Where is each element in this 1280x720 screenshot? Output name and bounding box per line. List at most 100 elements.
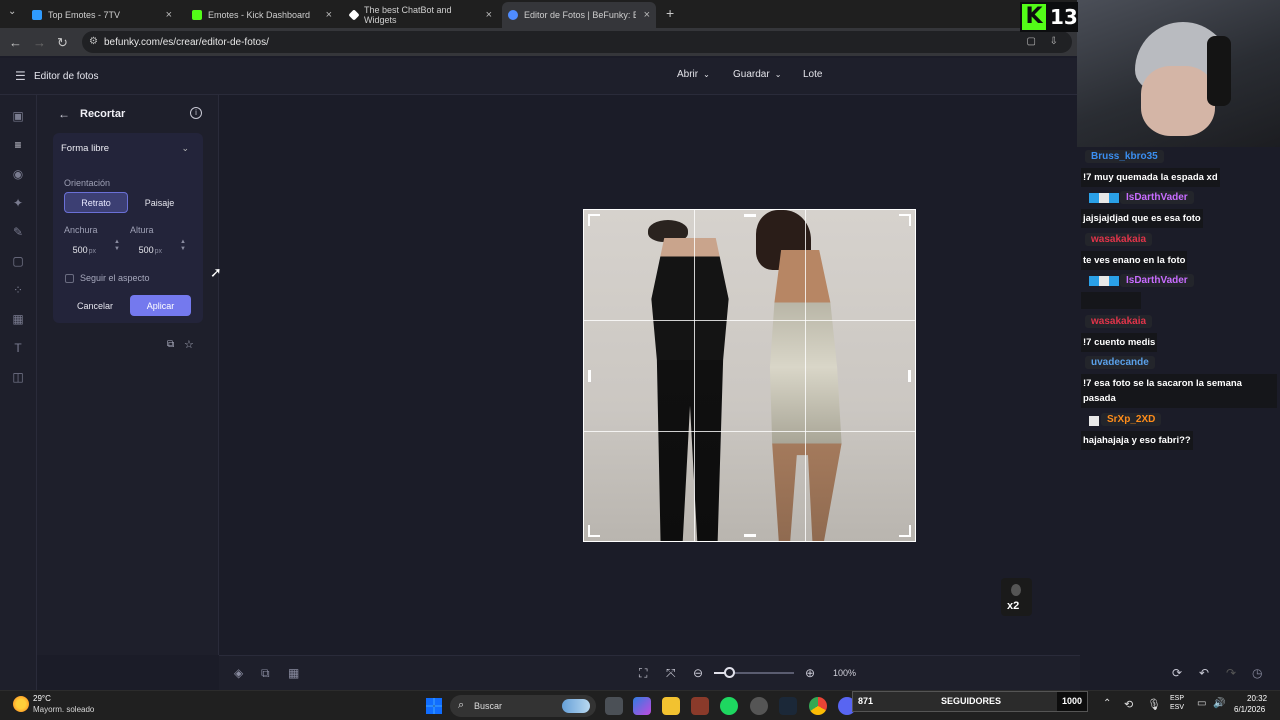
file-explorer-icon[interactable]	[662, 697, 680, 715]
back-arrow-icon[interactable]: ←	[9, 35, 22, 50]
lang-primary: ESP	[1170, 695, 1185, 702]
layers-icon[interactable]: ◈	[234, 666, 243, 680]
followers-goal-bar: 871 SEGUIDORES 1000	[852, 691, 1088, 712]
steam-icon[interactable]	[779, 697, 797, 715]
close-icon[interactable]: ×	[166, 9, 172, 21]
info-icon[interactable]: i	[190, 107, 202, 119]
star-icon[interactable]: ☆	[184, 338, 194, 351]
portrait-button[interactable]: Retrato	[64, 192, 128, 213]
network-icon[interactable]: ▭	[1197, 698, 1206, 709]
crop-edge-handle[interactable]	[908, 370, 911, 382]
url-field[interactable]: ⚙ befunky.com/es/crear/editor-de-fotos/ …	[82, 31, 1072, 53]
zoom-out-icon[interactable]: ⊖	[693, 666, 703, 680]
tab-chatbot[interactable]: The best ChatBot and Widgets ×	[344, 4, 498, 26]
task-view-icon[interactable]	[605, 697, 623, 715]
crop-edge-handle[interactable]	[744, 534, 756, 537]
text-icon[interactable]: T	[11, 341, 25, 355]
zoom-slider[interactable]	[714, 667, 794, 678]
photo-crop-area[interactable]	[583, 209, 916, 542]
back-arrow-icon[interactable]: ←	[58, 107, 70, 121]
menu-save[interactable]: Guardar ⌄	[733, 69, 781, 80]
frame-icon[interactable]: ▢	[11, 254, 25, 268]
duplicate-icon[interactable]: ⧉	[261, 666, 270, 681]
install-icon[interactable]: ⇩	[1050, 36, 1058, 47]
close-icon[interactable]: ×	[644, 9, 650, 21]
width-stepper-icon[interactable]: ▲ ▼	[114, 239, 120, 253]
history-icon[interactable]: ◷	[1252, 666, 1262, 680]
redo-icon[interactable]: ↷	[1226, 666, 1236, 680]
height-stepper-icon[interactable]: ▲ ▼	[180, 239, 186, 253]
clipboard-icon[interactable]: ▢	[1027, 36, 1036, 47]
height-label: Altura	[130, 225, 154, 235]
width-field[interactable]: 500px	[64, 241, 108, 259]
tab-befunky[interactable]: Editor de Fotos | BeFunky: Edita ×	[502, 2, 656, 28]
new-tab-plus-icon[interactable]: +	[666, 5, 674, 21]
crop-edge-handle[interactable]	[744, 214, 756, 217]
sliders-icon[interactable]: ≡	[11, 138, 25, 152]
webcam-face	[1141, 66, 1215, 136]
crop-corner-handle[interactable]	[899, 525, 911, 537]
browser-tab-bar: ⌄ Top Emotes - 7TV × Emotes - Kick Dashb…	[0, 0, 1080, 28]
tab-kick-dashboard[interactable]: Emotes - Kick Dashboard ×	[186, 4, 338, 26]
zoom-slider-thumb[interactable]	[724, 667, 735, 678]
sync-icon[interactable]: ⟲	[1124, 698, 1133, 711]
shape-select[interactable]: Forma libre ⌄	[61, 143, 195, 161]
fit-screen-icon[interactable]: ⛶	[639, 666, 647, 681]
crop-corner-handle[interactable]	[588, 214, 600, 226]
height-field[interactable]: 500px	[130, 241, 174, 259]
undo-icon[interactable]: ↶	[1199, 666, 1209, 680]
chat-text: ᠎ ᠎ ᠎ ᠎	[1081, 292, 1141, 309]
zoom-in-icon[interactable]: ⊕	[805, 666, 815, 680]
volume-icon[interactable]: 🔊	[1213, 698, 1225, 709]
close-icon[interactable]: ×	[326, 9, 332, 21]
menu-batch[interactable]: Lote	[803, 69, 822, 80]
lang-secondary: ESV	[1170, 704, 1185, 711]
chat-username: IsDarthVader	[1120, 274, 1194, 287]
chat-username: SrXp_2XD	[1101, 413, 1162, 426]
language-indicator[interactable]: ESP ESV	[1170, 694, 1184, 712]
site-info-icon[interactable]: ⚙	[89, 36, 98, 47]
crop-corner-handle[interactable]	[588, 525, 600, 537]
copilot-icon[interactable]	[633, 697, 651, 715]
chevron-up-icon[interactable]: ⌃	[1103, 698, 1111, 709]
chat-text: te ves enano en la foto	[1081, 251, 1188, 270]
landscape-button[interactable]: Paisaje	[132, 192, 187, 213]
menu-save-label: Guardar	[733, 69, 770, 80]
menu-open-label: Abrir	[677, 69, 699, 80]
image-icon[interactable]: ▣	[11, 109, 25, 123]
forward-arrow-icon[interactable]: →	[33, 35, 46, 50]
chrome-icon[interactable]	[809, 697, 827, 715]
hamburger-menu-icon[interactable]: ☰	[15, 69, 26, 83]
collage-icon[interactable]: ◫	[11, 370, 25, 384]
cancel-button[interactable]: Cancelar	[64, 295, 126, 316]
eye-icon[interactable]: ◉	[11, 167, 25, 181]
sparkle-icon[interactable]: ✦	[11, 196, 25, 210]
apply-button[interactable]: Aplicar	[130, 295, 191, 316]
badges-icon	[1089, 193, 1119, 203]
microphone-icon[interactable]: 🎙	[1147, 698, 1161, 711]
brush-icon[interactable]: ✎	[11, 225, 25, 239]
tab-search-chevron-icon[interactable]: ⌄	[8, 6, 16, 17]
app-icon[interactable]	[691, 697, 709, 715]
texture-icon[interactable]: ▦	[11, 312, 25, 326]
close-icon[interactable]: ×	[486, 9, 492, 21]
menu-open[interactable]: Abrir ⌄	[677, 69, 710, 80]
app-title: Editor de fotos	[34, 71, 99, 82]
webcam-feed	[1077, 0, 1280, 147]
windows-start-icon[interactable]	[426, 698, 442, 714]
aspect-checkbox[interactable]	[65, 274, 74, 283]
obs-icon[interactable]	[750, 697, 768, 715]
taskbar-search[interactable]: ⌕ Buscar	[450, 695, 596, 717]
actual-size-icon[interactable]: ⤧	[666, 666, 676, 681]
crop-edge-handle[interactable]	[588, 370, 591, 382]
weather-sun-icon[interactable]	[13, 696, 29, 712]
tab-7tv[interactable]: Top Emotes - 7TV ×	[26, 4, 178, 26]
spotify-icon[interactable]	[720, 697, 738, 715]
crop-corner-handle[interactable]	[899, 214, 911, 226]
copy-icon[interactable]: ⧉	[167, 339, 174, 350]
canvas-toolbar: ◈ ⧉ ▦ ⛶ ⤧ ⊖ ⊕ 100% ⟳ ↶ ↷ ◷	[219, 655, 1262, 690]
grid-icon[interactable]: ▦	[288, 666, 299, 680]
reload-icon[interactable]: ↻	[57, 35, 68, 51]
graphics-icon[interactable]: ⁘	[11, 283, 25, 297]
refresh-icon[interactable]: ⟳	[1172, 666, 1182, 680]
